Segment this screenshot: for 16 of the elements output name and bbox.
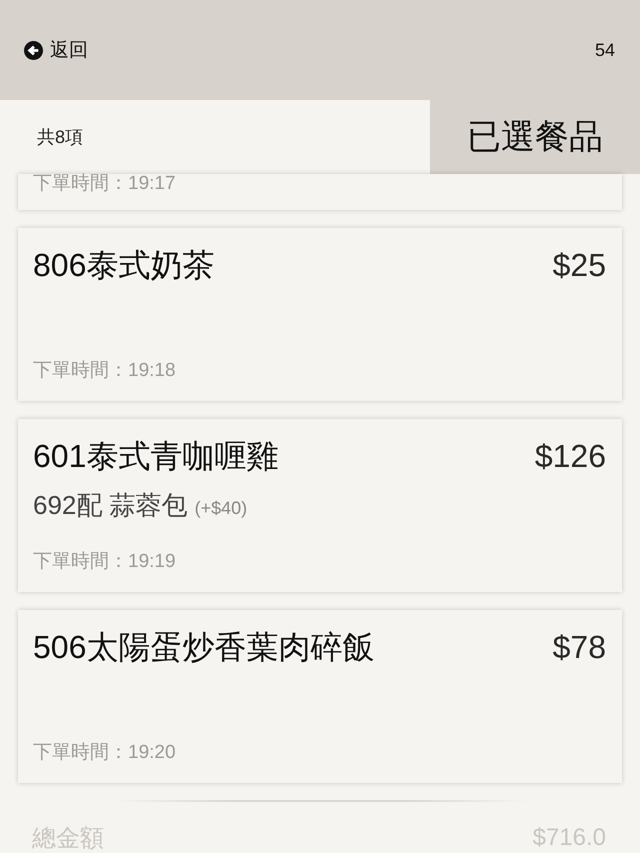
order-time: 下單時間：19:20: [33, 742, 176, 764]
number-label: 54: [594, 40, 615, 60]
item-count: 共8項: [37, 126, 84, 149]
option-surcharge: (+$40): [194, 498, 248, 519]
order-time: 下單時間：19:17: [33, 174, 176, 194]
dish-name: 601泰式青咖喱雞: [33, 438, 278, 474]
option-label: 692配 蒜蓉包: [33, 489, 188, 521]
dish-price: $126: [534, 438, 606, 474]
order-time: 下單時間：19:19: [33, 551, 176, 573]
order-time: 下單時間：19:18: [33, 360, 176, 382]
dish-name: 506太陽蛋炒香葉肉碎飯: [33, 629, 374, 665]
dish-price: $78: [552, 629, 606, 665]
dish-price: $25: [552, 247, 606, 283]
back-button[interactable]: 返回: [24, 35, 88, 65]
page-title: 已選餐品: [467, 117, 603, 158]
dish-name: 806泰式奶茶: [33, 247, 214, 283]
